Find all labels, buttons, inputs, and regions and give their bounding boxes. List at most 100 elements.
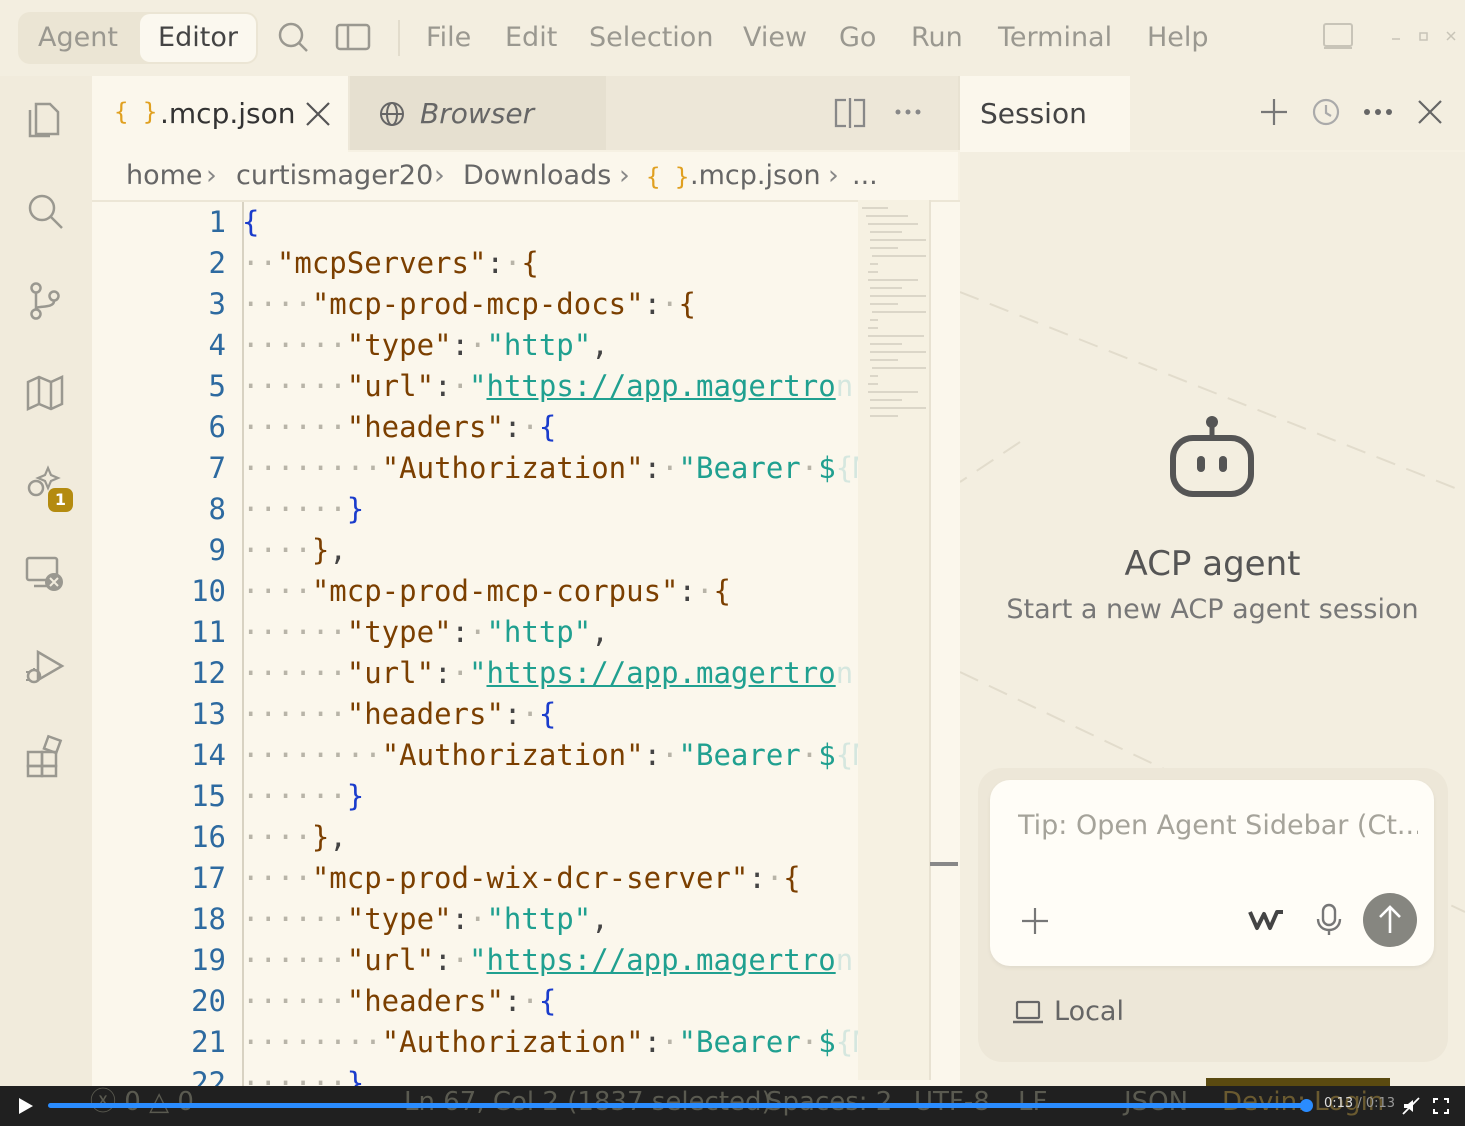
json-file-icon: { } — [646, 163, 690, 191]
search-activity-icon[interactable] — [22, 188, 68, 234]
attach-icon[interactable] — [1020, 906, 1050, 936]
map-icon[interactable] — [22, 370, 68, 416]
indentation[interactable]: Spaces: 2 — [766, 1082, 892, 1122]
line-ending[interactable]: LF — [1018, 1082, 1047, 1122]
code-line: 5 ······"url":·"https://app.magertron.co — [92, 366, 960, 407]
chevron-right-icon: › — [206, 160, 217, 191]
tab-mcp-json[interactable]: { } .mcp.json — [92, 76, 348, 152]
code-line: 16 ····}, — [92, 817, 960, 858]
warning-icon: △ — [149, 1087, 170, 1117]
line-number: 20 — [191, 984, 226, 1018]
more-actions-icon[interactable] — [894, 106, 922, 118]
line-content: ····"mcp-prod-wix-dcr-server":·{ — [242, 861, 801, 895]
maximize-icon[interactable] — [1418, 30, 1430, 42]
explorer-icon[interactable] — [22, 96, 68, 142]
editor-mode-button[interactable]: Editor — [140, 14, 256, 62]
minimize-icon[interactable] — [1390, 30, 1402, 42]
menu-run[interactable]: Run — [911, 18, 963, 58]
encoding[interactable]: UTF-8 — [914, 1082, 990, 1122]
close-window-icon[interactable] — [1445, 30, 1457, 42]
code-line: 9 ····}, — [92, 530, 960, 571]
windsurf-icon[interactable] — [1248, 906, 1286, 934]
minimap[interactable] — [858, 200, 930, 1080]
notification-badge: 1 — [48, 488, 73, 512]
cursor-position[interactable]: Ln 67, Col 2 (1837 selected) — [404, 1082, 772, 1122]
tab-label: Browser — [420, 97, 535, 130]
json-file-icon: { } — [114, 98, 158, 126]
extensions-icon[interactable] — [22, 734, 68, 780]
line-content: ····"mcp-prod-mcp-corpus":·{ — [242, 574, 731, 608]
menu-help[interactable]: Help — [1147, 18, 1209, 58]
error-count[interactable]: ⓧ 0 △ 0 — [90, 1082, 194, 1122]
empty-state-subtitle: Start a new ACP agent session — [1006, 594, 1419, 625]
menu-go[interactable]: Go — [839, 18, 876, 58]
language-mode[interactable]: JSON — [1124, 1082, 1188, 1122]
line-content: ········"Authorization":·"Bearer·${MCP — [242, 451, 906, 485]
more-options-icon[interactable] — [1363, 106, 1393, 118]
search-icon[interactable] — [276, 20, 310, 54]
new-session-icon[interactable] — [1258, 96, 1290, 128]
total-time: 0:13 — [1365, 1096, 1396, 1111]
tab-session[interactable]: Session — [960, 76, 1130, 152]
agent-mode-button[interactable]: Agent — [22, 16, 134, 60]
code-line: 6 ······"headers":·{ — [92, 407, 960, 448]
progress-bar[interactable] — [48, 1103, 1310, 1108]
line-content: ······"type":·"http", — [242, 328, 609, 362]
vertical-ruler — [929, 200, 931, 1080]
errors-value: 0 — [124, 1087, 141, 1117]
title-bar: Agent Editor File Edit Selection View Go… — [0, 0, 1465, 76]
line-content: ······"url":·"https://app.magertron.co — [242, 369, 906, 403]
code-line: 13 ······"headers":·{ — [92, 694, 960, 735]
line-content: ······} — [242, 1066, 365, 1086]
line-content: { — [242, 205, 260, 239]
line-number: 13 — [191, 697, 226, 731]
divider — [398, 20, 400, 56]
code-line: 20 ······"headers":·{ — [92, 981, 960, 1022]
close-panel-icon[interactable] — [1416, 98, 1444, 126]
play-icon[interactable] — [14, 1095, 36, 1117]
breadcrumb-downloads[interactable]: Downloads — [463, 160, 611, 192]
scrollbar-marker[interactable] — [930, 862, 958, 866]
run-debug-icon[interactable] — [22, 644, 68, 690]
line-content: ······} — [242, 492, 365, 526]
menu-terminal[interactable]: Terminal — [998, 18, 1112, 58]
line-content: ······"headers":·{ — [242, 697, 557, 731]
send-button[interactable] — [1363, 893, 1417, 947]
menu-view[interactable]: View — [743, 18, 807, 58]
breadcrumb-user[interactable]: curtismager20 — [236, 160, 433, 192]
volume-muted-icon[interactable] — [1402, 1097, 1420, 1115]
line-number: 21 — [191, 1025, 226, 1059]
code-line: 3 ····"mcp-prod-mcp-docs":·{ — [92, 284, 960, 325]
history-icon[interactable] — [1310, 96, 1342, 128]
line-content: ········"Authorization":·"Bearer·${MCP — [242, 1025, 906, 1059]
split-editor-icon[interactable] — [832, 96, 868, 130]
menu-edit[interactable]: Edit — [505, 18, 557, 58]
code-editor[interactable]: 1{ 2 ··"mcpServers":·{ 3 ····"mcp-prod-mcp… — [92, 200, 960, 1086]
line-content: ··"mcpServers":·{ — [242, 246, 539, 280]
line-number: 9 — [208, 533, 226, 567]
code-line: 15 ······} — [92, 776, 960, 817]
line-number: 12 — [191, 656, 226, 690]
code-line: 12 ······"url":·"https://app.magertron.co — [92, 653, 960, 694]
toggle-sidebar-icon[interactable] — [335, 20, 371, 54]
breadcrumb-home[interactable]: home — [126, 160, 203, 192]
microphone-icon[interactable] — [1315, 903, 1343, 937]
breadcrumb-file[interactable]: .mcp.json — [690, 160, 821, 192]
environment-selector[interactable]: Local — [1054, 996, 1124, 1027]
progress-thumb[interactable] — [1300, 1099, 1313, 1112]
breadcrumb-more[interactable]: ... — [852, 160, 878, 192]
remote-explorer-icon[interactable] — [22, 552, 68, 598]
line-content: ······"headers":·{ — [242, 410, 557, 444]
menu-selection[interactable]: Selection — [589, 18, 713, 58]
tab-browser[interactable]: Browser — [350, 76, 606, 150]
fullscreen-icon[interactable] — [1432, 1097, 1450, 1115]
source-control-icon[interactable] — [22, 278, 68, 324]
code-line: 17 ····"mcp-prod-wix-dcr-server":·{ — [92, 858, 960, 899]
menu-file[interactable]: File — [426, 18, 471, 58]
line-content: ······"headers":·{ — [242, 984, 557, 1018]
line-content: ····"mcp-prod-mcp-docs":·{ — [242, 287, 696, 321]
close-tab-icon[interactable] — [304, 100, 332, 128]
line-content: ······} — [242, 779, 365, 813]
line-number: 17 — [191, 861, 226, 895]
layout-icon[interactable] — [1322, 22, 1354, 52]
